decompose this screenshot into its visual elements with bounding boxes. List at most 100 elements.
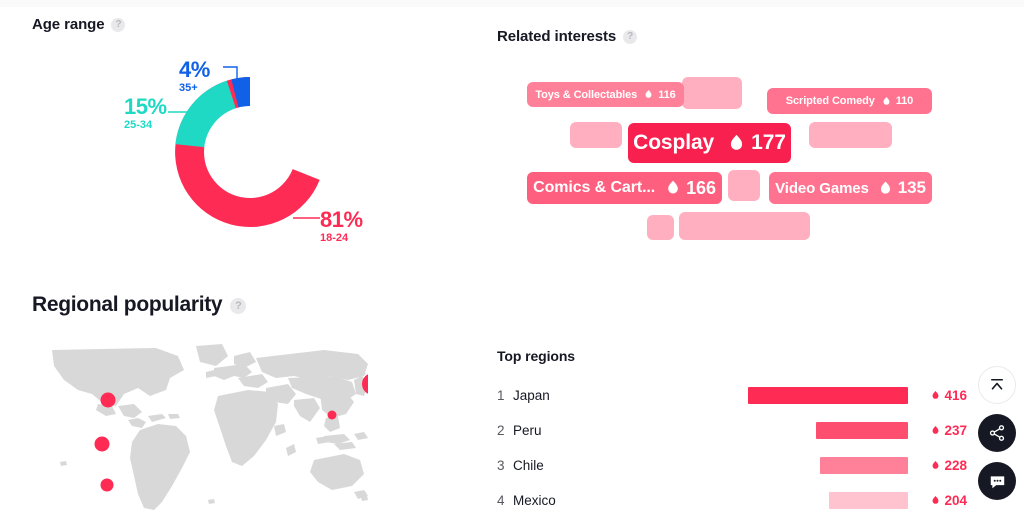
chevron-up-bar-icon	[991, 379, 1003, 390]
top-region-rank: 4	[497, 492, 505, 508]
top-divider	[0, 0, 1024, 7]
interest-tag-score: 135	[877, 178, 926, 198]
top-region-score: 204	[930, 489, 967, 511]
top-region-name: Peru	[513, 422, 542, 438]
top-region-rank: 3	[497, 457, 505, 473]
share-button[interactable]	[978, 414, 1016, 452]
top-region-bar-area: 237	[747, 419, 967, 441]
interest-tag-label: Scripted Comedy	[785, 95, 875, 107]
interest-tag-value: 110	[895, 95, 914, 107]
interest-tag[interactable]: Scripted Comedy 110	[767, 88, 932, 114]
flame-icon	[731, 134, 743, 150]
flame-icon	[933, 460, 939, 469]
age-range-35plus: 35+	[179, 82, 198, 94]
age-pct-25-34: 15%	[124, 94, 167, 119]
chile-dot[interactable]	[100, 478, 114, 492]
flame-icon	[933, 390, 939, 399]
donut-hole	[204, 106, 296, 198]
interest-tag[interactable]: Toys & Collectables 116	[527, 82, 684, 107]
tag-placeholder	[647, 215, 674, 240]
flame-icon	[883, 96, 890, 105]
age-pct-35plus: 4%	[179, 57, 210, 82]
top-region-name: Mexico	[513, 492, 556, 508]
age-range-18-24: 18-24	[320, 232, 349, 244]
interest-tag-score: 166	[664, 178, 716, 199]
interest-tag-value: 177	[751, 131, 786, 154]
tag-placeholder	[728, 170, 760, 201]
top-region-bar	[820, 457, 908, 474]
tag-placeholder	[809, 122, 892, 148]
top-regions-panel: Top regions 1 Japan 416 2 Peru 237 3 Chile 228 4 M…	[497, 348, 977, 513]
top-regions-title: Top regions	[497, 348, 575, 364]
world-map-svg	[52, 344, 368, 510]
flame-icon	[933, 495, 939, 504]
regional-popularity-title: Regional popularity	[32, 293, 223, 316]
top-region-value: 237	[944, 422, 967, 438]
flame-icon	[668, 180, 678, 194]
seasia-dot[interactable]	[327, 410, 337, 420]
interest-tag[interactable]: Cosplay 177	[628, 123, 791, 163]
top-region-row[interactable]: 1 Japan 416	[497, 384, 967, 406]
interest-tag-label: Comics & Cart...	[533, 179, 656, 196]
age-pct-18-24: 81%	[320, 207, 363, 232]
age-label-35plus: 4% 35+	[179, 58, 210, 95]
flame-icon	[880, 181, 890, 194]
related-interests-tag-cloud: Toys & Collectables 116 Scripted Comedy 110…	[497, 60, 967, 250]
interest-tag-value: 135	[897, 178, 926, 197]
chat-bubble-icon	[990, 475, 1004, 488]
interest-tag-value: 166	[686, 177, 716, 198]
top-region-bar	[816, 422, 908, 439]
mexico-dot[interactable]	[100, 392, 116, 408]
top-region-row[interactable]: 4 Mexico 204	[497, 489, 967, 511]
help-circle-icon[interactable]: ?	[111, 17, 126, 32]
age-range-title: Age range	[32, 16, 105, 33]
tag-placeholder	[682, 77, 742, 109]
tag-placeholder	[679, 212, 810, 240]
regional-popularity-heading: Regional popularity ?	[32, 293, 247, 317]
top-region-name: Japan	[513, 387, 550, 403]
top-region-name: Chile	[513, 457, 544, 473]
flame-icon	[645, 90, 652, 98]
interest-tag-label: Video Games	[775, 179, 869, 197]
related-interests-title: Related interests	[497, 28, 617, 45]
age-range-donut-chart: 4% 35+ 15% 25-34 81% 18-24	[0, 40, 480, 265]
donut-segments	[175, 77, 320, 227]
top-region-bar-area: 416	[747, 384, 967, 406]
help-circle-icon[interactable]: ?	[623, 29, 638, 44]
interest-tag-value: 116	[658, 88, 676, 101]
top-region-value: 416	[944, 387, 967, 403]
top-region-row[interactable]: 3 Chile 228	[497, 454, 967, 476]
interest-tag-label: Cosplay	[633, 131, 715, 154]
age-label-25-34: 15% 25-34	[124, 95, 167, 132]
top-region-score: 416	[930, 384, 967, 406]
floating-action-buttons	[978, 366, 1016, 500]
top-region-bar	[829, 492, 908, 509]
tag-placeholder	[570, 122, 622, 148]
map-landmasses	[52, 344, 368, 510]
interest-tag-score: 177	[726, 131, 786, 155]
age-range-heading: Age range ?	[32, 16, 126, 33]
interest-tag-score: 110	[881, 95, 913, 107]
top-region-row[interactable]: 2 Peru 237	[497, 419, 967, 441]
world-map[interactable]	[38, 344, 368, 512]
top-region-bar-area: 204	[747, 489, 967, 511]
related-interests-heading: Related interests ?	[497, 28, 638, 45]
top-region-rank: 2	[497, 422, 505, 438]
interest-tag-score: 116	[643, 88, 676, 101]
top-region-value: 204	[944, 492, 967, 508]
help-circle-icon[interactable]: ?	[230, 298, 247, 314]
interest-tag[interactable]: Video Games 135	[769, 172, 932, 204]
top-region-bar	[748, 387, 908, 404]
interest-tag-label: Toys & Collectables	[535, 88, 638, 101]
age-label-18-24: 81% 18-24	[320, 208, 363, 245]
peru-dot[interactable]	[94, 436, 110, 452]
share-icon	[989, 425, 1005, 441]
top-region-score: 228	[930, 454, 967, 476]
top-region-value: 228	[944, 457, 967, 473]
analytics-page: Age range ? 4% 35+ 15% 25-34 81% 18-24 R…	[0, 0, 1024, 513]
donut-svg	[168, 66, 320, 227]
feedback-chat-button[interactable]	[978, 462, 1016, 500]
age-range-25-34: 25-34	[124, 119, 153, 131]
interest-tag[interactable]: Comics & Cart... 166	[527, 172, 722, 204]
scroll-to-top-button[interactable]	[978, 366, 1016, 404]
